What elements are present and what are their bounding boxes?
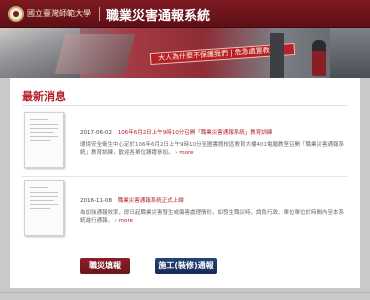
more-link[interactable]: more xyxy=(179,150,193,156)
section-title: 最新消息 xyxy=(22,90,66,103)
news-date: 2017-06-02 xyxy=(80,130,112,136)
section-divider xyxy=(22,105,348,106)
main-panel: 最新消息 2017-06-02 106年6月2日上午9時10分召開「職業災害通報… xyxy=(10,78,360,288)
news-item: 2016-11-08 職業災害通報系統正式上線 為加強通報效率，即日起職業災害發… xyxy=(22,180,348,244)
document-thumbnail-icon[interactable] xyxy=(24,112,64,168)
top-header: 國立臺灣師範大學 職業災害通報系統 xyxy=(0,0,370,28)
university-name: 國立臺灣師範大學 xyxy=(27,9,91,18)
system-title: 職業災害通報系統 xyxy=(106,9,211,24)
construction-notice-button[interactable]: 施工(裝修)通報 xyxy=(155,258,217,274)
news-title-link[interactable]: 106年6月2日上午9時10分召開「職業災害通報系統」教育訓練 xyxy=(118,130,273,136)
footer-line xyxy=(0,292,370,293)
news-date: 2016-11-08 xyxy=(80,198,112,204)
banner-person xyxy=(312,40,326,76)
incident-report-button[interactable]: 職災填報 xyxy=(80,258,130,274)
more-link[interactable]: more xyxy=(119,218,133,224)
banner-image: 大人為什麼不保護我們 | 危急處置教材 xyxy=(0,28,370,78)
news-title-link[interactable]: 職業災害通報系統正式上線 xyxy=(118,198,184,204)
university-logo-icon xyxy=(8,6,24,22)
header-divider xyxy=(99,7,100,21)
document-thumbnail-icon[interactable] xyxy=(24,180,64,236)
news-divider xyxy=(22,176,348,177)
news-body: 環境安全衛生中心定於106年6月2日上午9時10分至圖書館校區教育大樓401電腦… xyxy=(80,142,344,156)
news-item: 2017-06-02 106年6月2日上午9時10分召開「職業災害通報系統」教育… xyxy=(22,112,348,176)
